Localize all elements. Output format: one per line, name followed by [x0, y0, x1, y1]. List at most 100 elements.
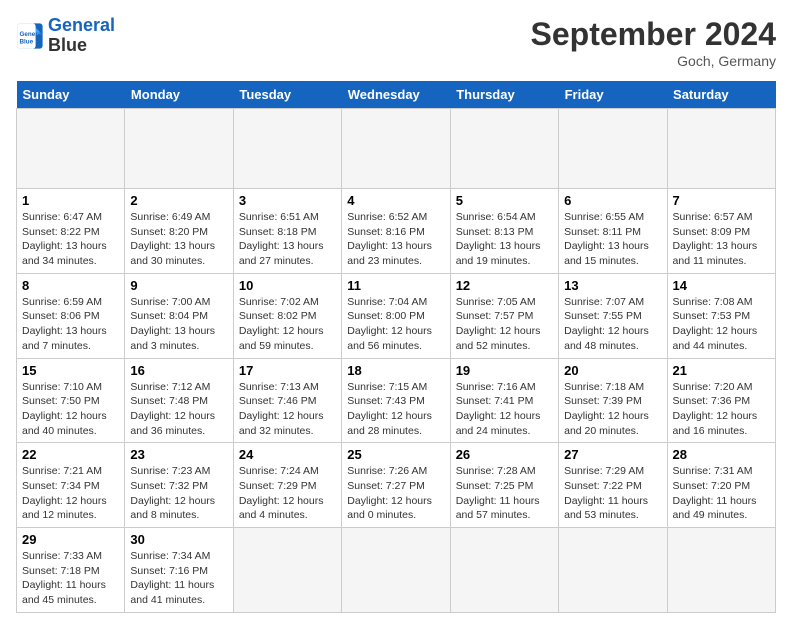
month-title: September 2024 [531, 16, 776, 53]
day-number: 13 [564, 278, 661, 293]
calendar-header-row: SundayMondayTuesdayWednesdayThursdayFrid… [17, 81, 776, 109]
day-detail: Sunrise: 7:05 AMSunset: 7:57 PMDaylight:… [456, 295, 553, 354]
svg-text:General: General [20, 31, 44, 38]
day-number: 9 [130, 278, 227, 293]
week-row-0 [17, 109, 776, 189]
day-cell [450, 528, 558, 613]
day-detail: Sunrise: 6:54 AMSunset: 8:13 PMDaylight:… [456, 210, 553, 269]
day-cell: 4 Sunrise: 6:52 AMSunset: 8:16 PMDaylight… [342, 189, 450, 274]
day-cell: 17Sunrise: 7:13 AMSunset: 7:46 PMDayligh… [233, 358, 341, 443]
day-cell: 9 Sunrise: 7:00 AMSunset: 8:04 PMDaylight… [125, 273, 233, 358]
day-detail: Sunrise: 7:29 AMSunset: 7:22 PMDaylight:… [564, 464, 661, 523]
col-header-tuesday: Tuesday [233, 81, 341, 109]
day-detail: Sunrise: 7:07 AMSunset: 7:55 PMDaylight:… [564, 295, 661, 354]
day-number: 22 [22, 447, 119, 462]
day-number: 8 [22, 278, 119, 293]
day-number: 24 [239, 447, 336, 462]
day-number: 2 [130, 193, 227, 208]
day-cell: 8 Sunrise: 6:59 AMSunset: 8:06 PMDaylight… [17, 273, 125, 358]
day-detail: Sunrise: 6:47 AMSunset: 8:22 PMDaylight:… [22, 210, 119, 269]
day-number: 3 [239, 193, 336, 208]
day-number: 16 [130, 363, 227, 378]
day-detail: Sunrise: 7:04 AMSunset: 8:00 PMDaylight:… [347, 295, 444, 354]
day-cell [342, 109, 450, 189]
day-detail: Sunrise: 6:57 AMSunset: 8:09 PMDaylight:… [673, 210, 770, 269]
day-number: 14 [673, 278, 770, 293]
day-number: 27 [564, 447, 661, 462]
day-detail: Sunrise: 6:59 AMSunset: 8:06 PMDaylight:… [22, 295, 119, 354]
day-number: 21 [673, 363, 770, 378]
day-detail: Sunrise: 6:49 AMSunset: 8:20 PMDaylight:… [130, 210, 227, 269]
page-header: General Blue GeneralBlue September 2024 … [16, 16, 776, 69]
day-cell [342, 528, 450, 613]
day-number: 20 [564, 363, 661, 378]
day-cell: 20Sunrise: 7:18 AMSunset: 7:39 PMDayligh… [559, 358, 667, 443]
day-detail: Sunrise: 7:02 AMSunset: 8:02 PMDaylight:… [239, 295, 336, 354]
day-detail: Sunrise: 7:26 AMSunset: 7:27 PMDaylight:… [347, 464, 444, 523]
day-number: 15 [22, 363, 119, 378]
day-number: 17 [239, 363, 336, 378]
day-number: 10 [239, 278, 336, 293]
week-row-2: 8 Sunrise: 6:59 AMSunset: 8:06 PMDaylight… [17, 273, 776, 358]
day-cell [559, 109, 667, 189]
day-number: 28 [673, 447, 770, 462]
day-cell: 6Sunrise: 6:55 AMSunset: 8:11 PMDaylight… [559, 189, 667, 274]
day-number: 6 [564, 193, 661, 208]
day-cell: 15 Sunrise: 7:10 AMSunset: 7:50 PMDayligh… [17, 358, 125, 443]
day-number: 26 [456, 447, 553, 462]
day-detail: Sunrise: 7:10 AMSunset: 7:50 PMDaylight:… [22, 380, 119, 439]
day-cell: 16 Sunrise: 7:12 AMSunset: 7:48 PMDayligh… [125, 358, 233, 443]
day-detail: Sunrise: 7:16 AMSunset: 7:41 PMDaylight:… [456, 380, 553, 439]
day-detail: Sunrise: 7:34 AMSunset: 7:16 PMDaylight:… [130, 549, 227, 608]
day-number: 19 [456, 363, 553, 378]
day-number: 23 [130, 447, 227, 462]
day-cell [233, 109, 341, 189]
day-detail: Sunrise: 7:00 AMSunset: 8:04 PMDaylight:… [130, 295, 227, 354]
day-cell: 14 Sunrise: 7:08 AMSunset: 7:53 PMDayligh… [667, 273, 775, 358]
day-cell: 30 Sunrise: 7:34 AMSunset: 7:16 PMDayligh… [125, 528, 233, 613]
day-cell: 21Sunrise: 7:20 AMSunset: 7:36 PMDayligh… [667, 358, 775, 443]
day-number: 11 [347, 278, 444, 293]
day-detail: Sunrise: 6:51 AMSunset: 8:18 PMDaylight:… [239, 210, 336, 269]
col-header-saturday: Saturday [667, 81, 775, 109]
day-cell: 10 Sunrise: 7:02 AMSunset: 8:02 PMDayligh… [233, 273, 341, 358]
day-number: 18 [347, 363, 444, 378]
day-detail: Sunrise: 7:08 AMSunset: 7:53 PMDaylight:… [673, 295, 770, 354]
day-number: 29 [22, 532, 119, 547]
day-cell: 18 Sunrise: 7:15 AMSunset: 7:43 PMDayligh… [342, 358, 450, 443]
col-header-thursday: Thursday [450, 81, 558, 109]
day-number: 1 [22, 193, 119, 208]
title-area: September 2024 Goch, Germany [531, 16, 776, 69]
day-detail: Sunrise: 7:24 AMSunset: 7:29 PMDaylight:… [239, 464, 336, 523]
logo-text: GeneralBlue [48, 16, 115, 56]
location: Goch, Germany [531, 53, 776, 69]
week-row-3: 15 Sunrise: 7:10 AMSunset: 7:50 PMDayligh… [17, 358, 776, 443]
day-cell: 27 Sunrise: 7:29 AMSunset: 7:22 PMDayligh… [559, 443, 667, 528]
day-number: 12 [456, 278, 553, 293]
day-cell: 1 Sunrise: 6:47 AMSunset: 8:22 PMDaylight… [17, 189, 125, 274]
week-row-4: 22Sunrise: 7:21 AMSunset: 7:34 PMDayligh… [17, 443, 776, 528]
day-number: 7 [673, 193, 770, 208]
day-detail: Sunrise: 7:33 AMSunset: 7:18 PMDaylight:… [22, 549, 119, 608]
week-row-5: 29 Sunrise: 7:33 AMSunset: 7:18 PMDayligh… [17, 528, 776, 613]
day-cell [233, 528, 341, 613]
day-cell: 22Sunrise: 7:21 AMSunset: 7:34 PMDayligh… [17, 443, 125, 528]
day-detail: Sunrise: 7:15 AMSunset: 7:43 PMDaylight:… [347, 380, 444, 439]
col-header-friday: Friday [559, 81, 667, 109]
day-number: 30 [130, 532, 227, 547]
day-cell: 13 Sunrise: 7:07 AMSunset: 7:55 PMDayligh… [559, 273, 667, 358]
day-cell: 23 Sunrise: 7:23 AMSunset: 7:32 PMDayligh… [125, 443, 233, 528]
day-detail: Sunrise: 7:12 AMSunset: 7:48 PMDaylight:… [130, 380, 227, 439]
calendar-table: SundayMondayTuesdayWednesdayThursdayFrid… [16, 81, 776, 613]
day-detail: Sunrise: 6:52 AMSunset: 8:16 PMDaylight:… [347, 210, 444, 269]
day-number: 4 [347, 193, 444, 208]
day-cell: 3 Sunrise: 6:51 AMSunset: 8:18 PMDaylight… [233, 189, 341, 274]
day-cell: 29 Sunrise: 7:33 AMSunset: 7:18 PMDayligh… [17, 528, 125, 613]
day-cell [559, 528, 667, 613]
day-cell [125, 109, 233, 189]
day-cell: 5Sunrise: 6:54 AMSunset: 8:13 PMDaylight… [450, 189, 558, 274]
day-detail: Sunrise: 7:23 AMSunset: 7:32 PMDaylight:… [130, 464, 227, 523]
week-row-1: 1 Sunrise: 6:47 AMSunset: 8:22 PMDaylight… [17, 189, 776, 274]
logo: General Blue GeneralBlue [16, 16, 115, 56]
day-cell: 7 Sunrise: 6:57 AMSunset: 8:09 PMDaylight… [667, 189, 775, 274]
